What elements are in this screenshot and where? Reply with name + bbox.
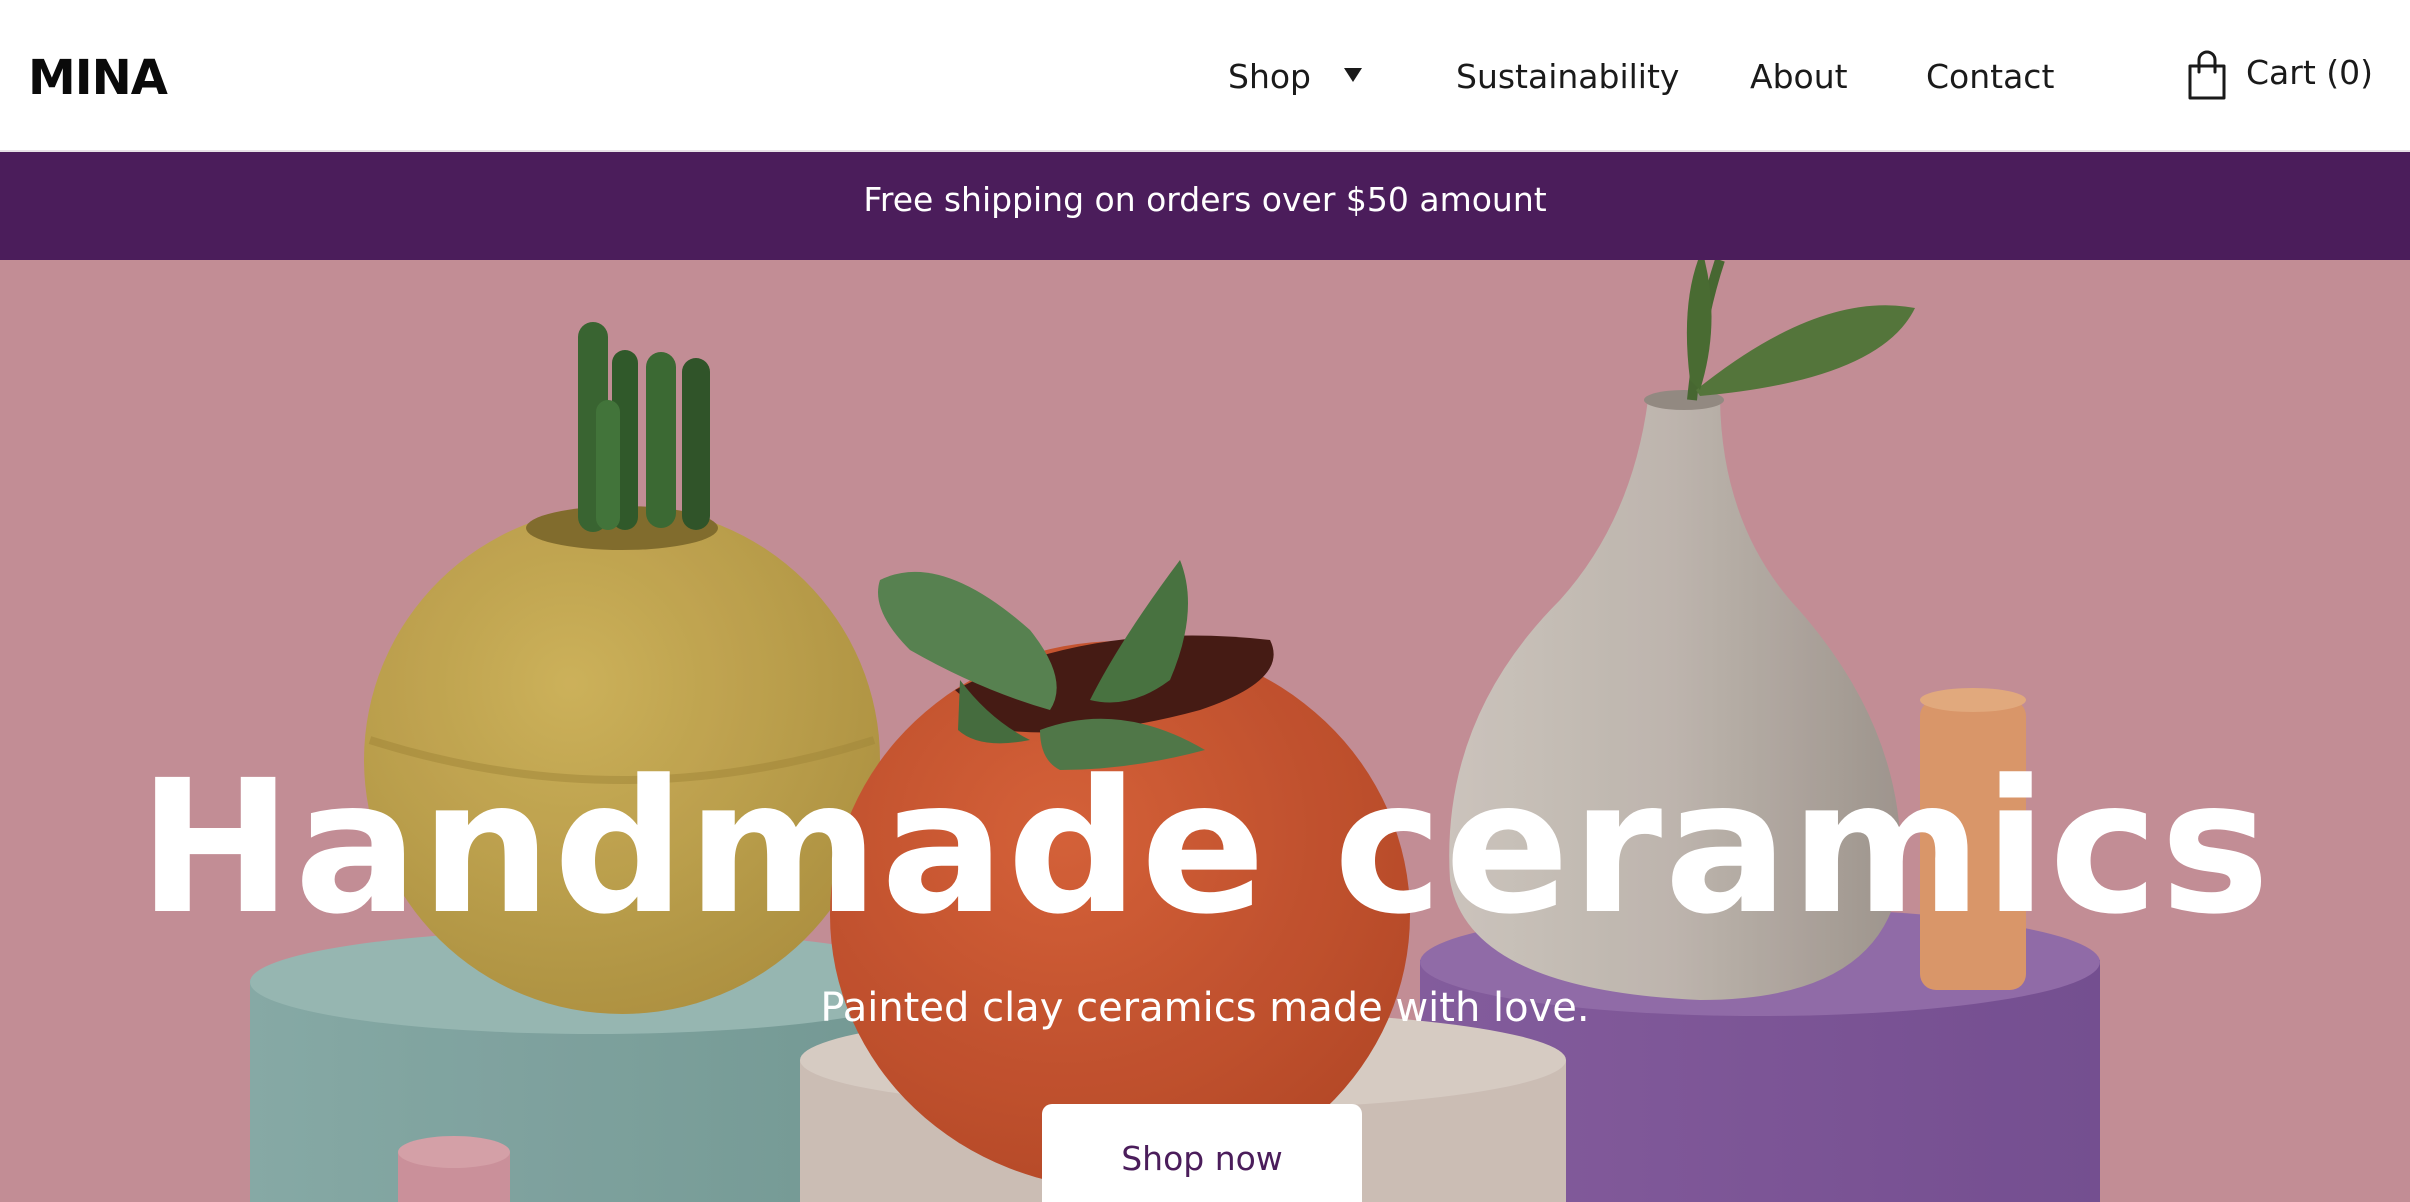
nav-contact[interactable]: Contact — [1926, 52, 2054, 102]
caret-down-icon[interactable] — [1340, 64, 1366, 86]
promo-banner-text: Free shipping on orders over $50 amount — [863, 180, 1547, 219]
cart-label: Cart (0) — [2246, 53, 2374, 92]
hero-title: Handmade ceramics — [138, 741, 2272, 955]
site-header: MINA Shop Sustainability About Contact C… — [0, 0, 2410, 152]
brand-logo[interactable]: MINA — [28, 46, 168, 110]
hero-subtitle: Painted clay ceramics made with love. — [820, 985, 1590, 1031]
nav-sustainability[interactable]: Sustainability — [1456, 52, 1679, 102]
nav-shop[interactable]: Shop — [1228, 52, 1311, 102]
promo-banner: Free shipping on orders over $50 amount — [0, 152, 2410, 260]
shopping-bag-icon — [2188, 50, 2226, 100]
hero-section: Handmade ceramics Painted clay ceramics … — [0, 260, 2410, 1202]
nav-about[interactable]: About — [1750, 52, 1848, 102]
shop-now-button[interactable]: Shop now — [1042, 1104, 1362, 1202]
hero-image — [0, 260, 2410, 1202]
